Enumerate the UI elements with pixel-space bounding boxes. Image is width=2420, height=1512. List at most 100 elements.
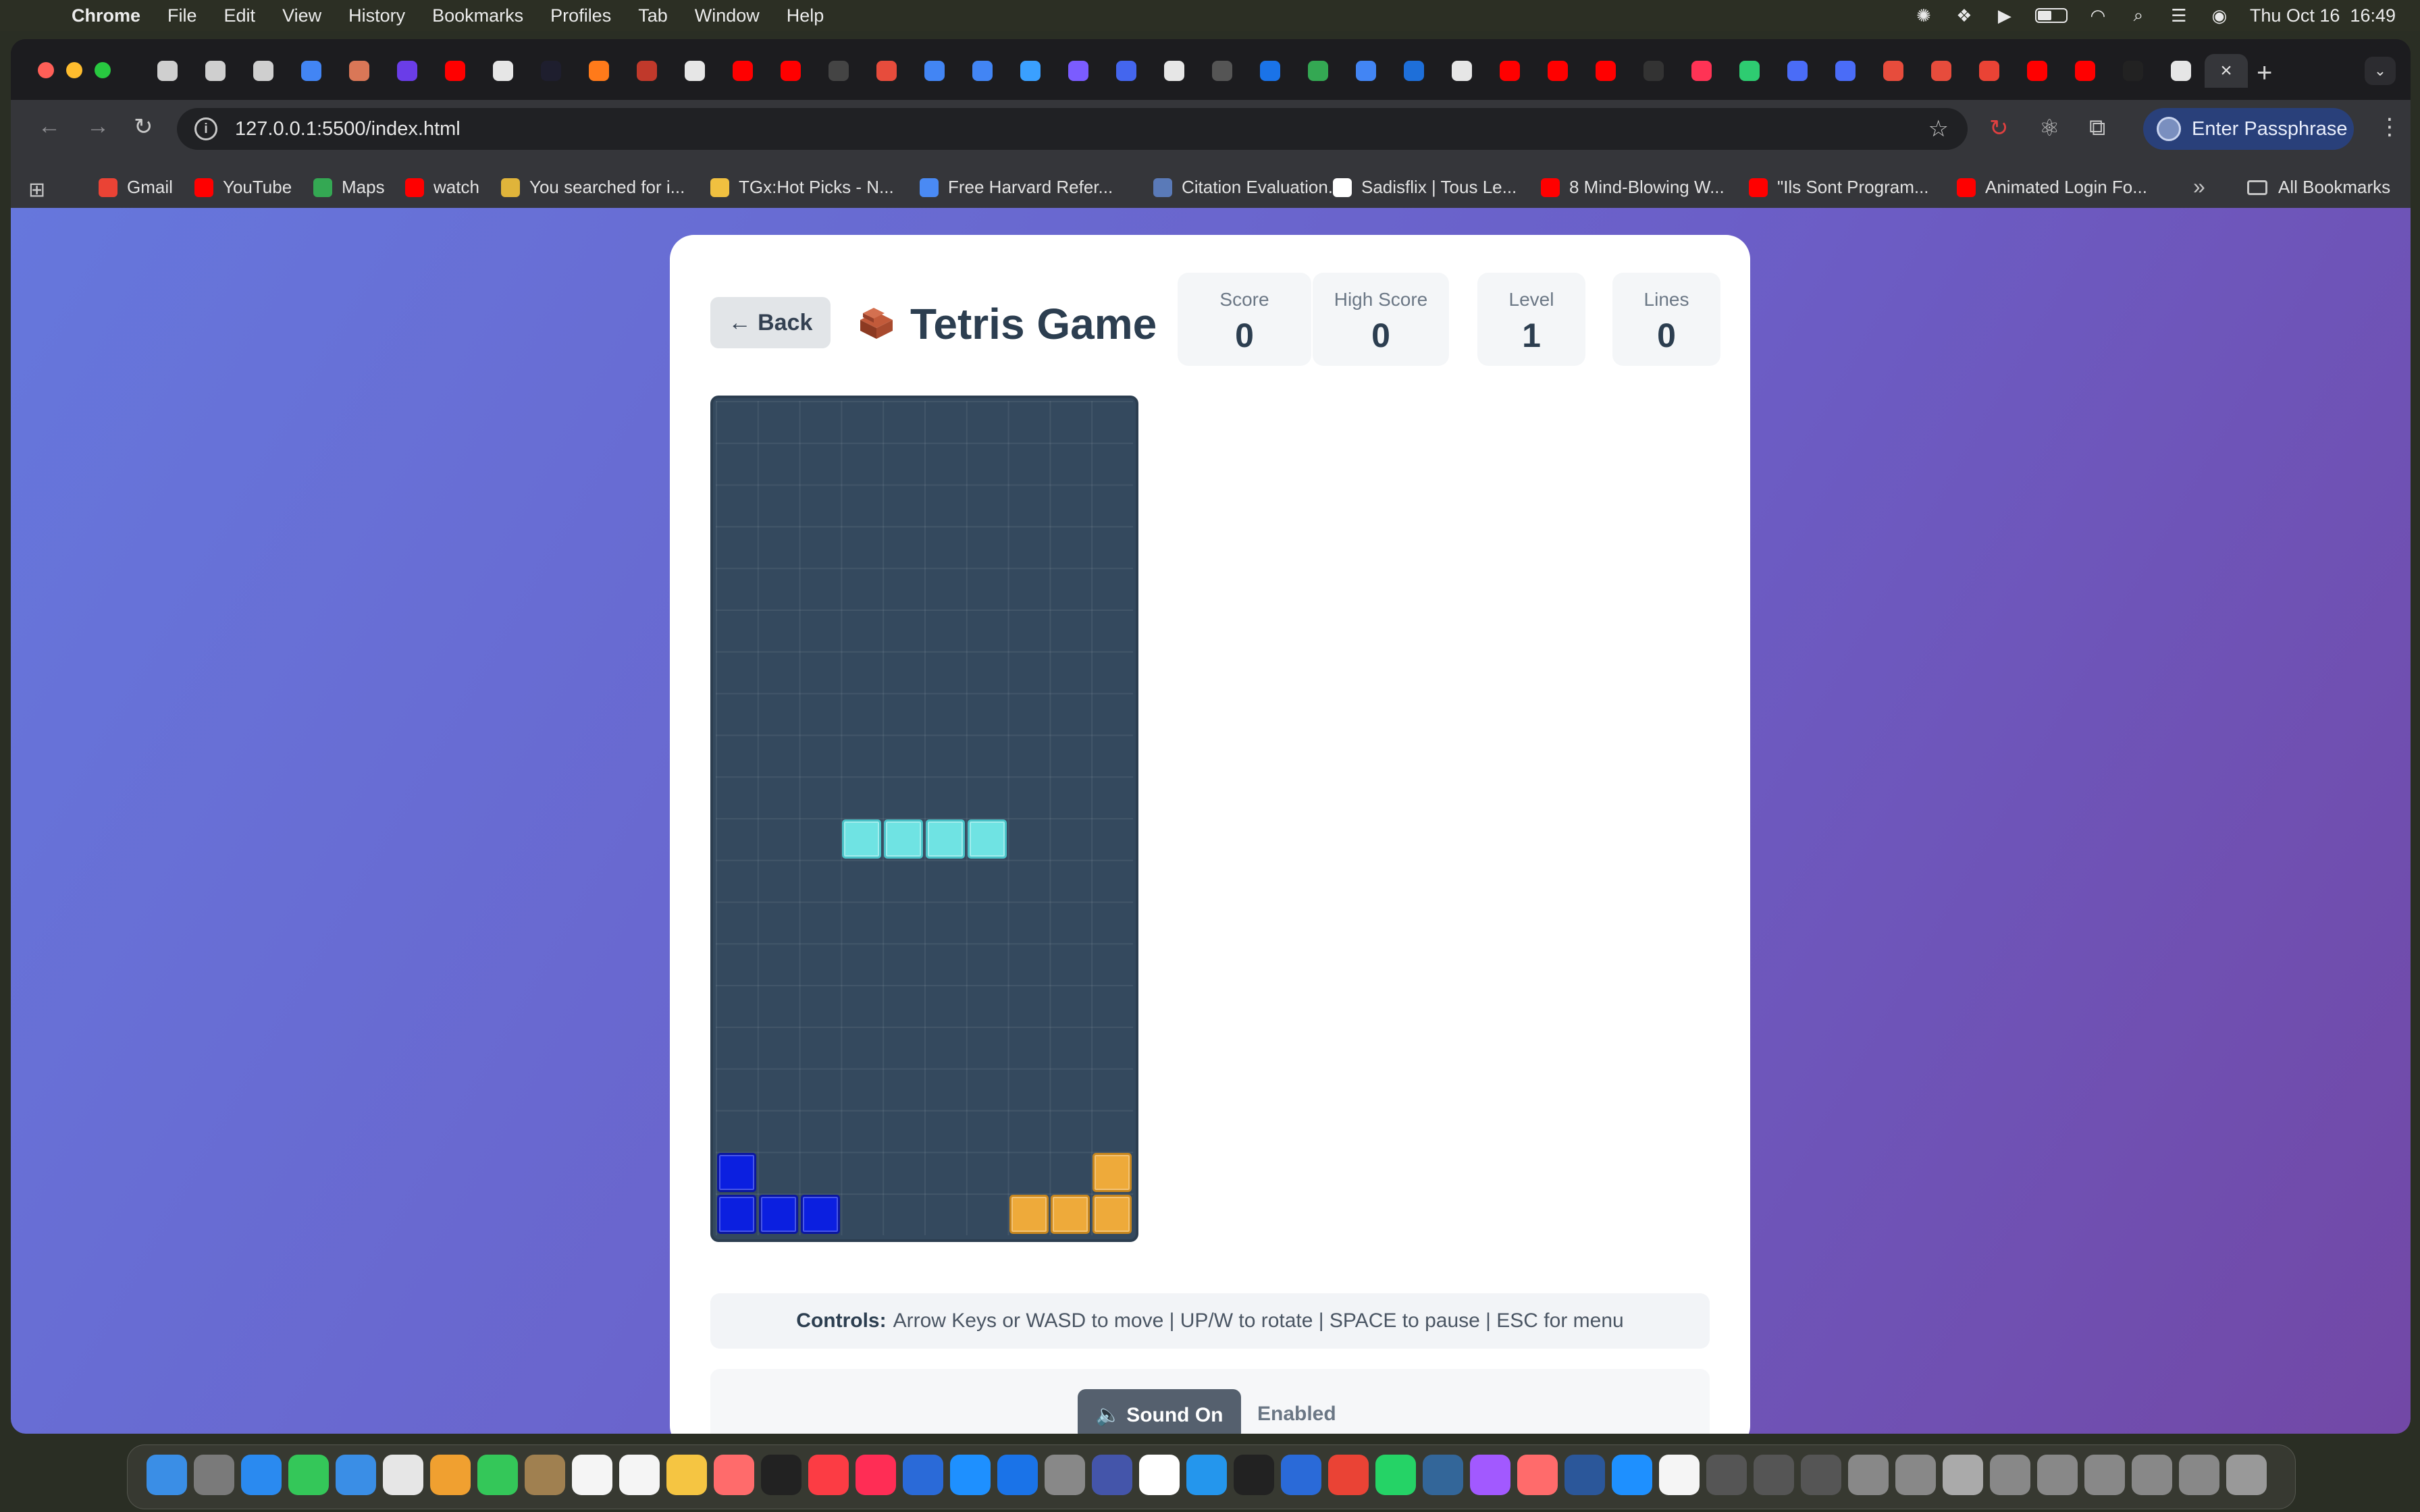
browser-tab[interactable] — [287, 54, 335, 88]
dock-app-icon[interactable] — [2037, 1455, 2078, 1495]
minimize-window-button[interactable] — [66, 62, 82, 78]
tab-search-icon[interactable]: ⌄ — [2365, 57, 2396, 85]
browser-tab[interactable] — [1390, 54, 1438, 88]
extensions-puzzle-icon[interactable]: ⧉ — [2089, 115, 2105, 141]
close-tab-icon[interactable]: × — [2220, 59, 2232, 82]
browser-tab[interactable] — [575, 54, 623, 88]
bookmark-item[interactable]: Maps — [313, 177, 385, 198]
menu-bookmarks[interactable]: Bookmarks — [432, 5, 523, 26]
browser-tab[interactable] — [2157, 54, 2205, 88]
site-info-icon[interactable]: i — [194, 117, 217, 140]
game-board[interactable] — [710, 396, 1138, 1242]
dock-app-icon[interactable] — [477, 1455, 518, 1495]
dock-app-icon[interactable] — [1895, 1455, 1936, 1495]
back-button[interactable]: ← Back — [710, 297, 831, 348]
browser-tab[interactable] — [191, 54, 239, 88]
browser-tab[interactable] — [2013, 54, 2061, 88]
dock-app-icon[interactable] — [1375, 1455, 1416, 1495]
more-bookmarks-icon[interactable]: » — [2193, 174, 2205, 199]
siri-icon[interactable]: ◉ — [2209, 5, 2230, 26]
dock-app-icon[interactable] — [761, 1455, 801, 1495]
dock-app-icon[interactable] — [619, 1455, 660, 1495]
dock-app-icon[interactable] — [1943, 1455, 1983, 1495]
dock-app-icon[interactable] — [194, 1455, 234, 1495]
bookmark-item[interactable]: TGx:Hot Picks - N... — [710, 177, 894, 198]
browser-tab[interactable] — [1006, 54, 1054, 88]
apps-grid-icon[interactable]: ⊞ — [28, 178, 45, 202]
dock-app-icon[interactable] — [1706, 1455, 1747, 1495]
bookmark-item[interactable]: Free Harvard Refer... — [920, 177, 1113, 198]
url-text[interactable]: 127.0.0.1:5500/index.html — [235, 118, 461, 140]
zoom-window-button[interactable] — [95, 62, 111, 78]
dock-app-icon[interactable] — [856, 1455, 896, 1495]
dock-app-icon[interactable] — [1801, 1455, 1841, 1495]
dock-app-icon[interactable] — [808, 1455, 849, 1495]
more-menu-icon[interactable]: ⋮ — [2378, 113, 2401, 140]
browser-tab[interactable] — [1629, 54, 1677, 88]
menu-app-name[interactable]: Chrome — [72, 5, 140, 26]
dock-app-icon[interactable] — [714, 1455, 754, 1495]
dock-app-icon[interactable] — [383, 1455, 423, 1495]
browser-tab[interactable] — [383, 54, 431, 88]
dock-app-icon[interactable] — [1612, 1455, 1652, 1495]
browser-tab[interactable] — [1342, 54, 1390, 88]
all-bookmarks-button[interactable]: All Bookmarks — [2247, 177, 2390, 198]
browser-tab[interactable] — [1725, 54, 1773, 88]
browser-tab[interactable] — [527, 54, 575, 88]
dock-app-icon[interactable] — [1423, 1455, 1463, 1495]
dock-app-icon[interactable] — [2226, 1455, 2267, 1495]
dock-app-icon[interactable] — [1754, 1455, 1794, 1495]
address-bar[interactable]: i 127.0.0.1:5500/index.html ☆ — [177, 108, 1968, 150]
wifi-icon[interactable]: ◠ — [2088, 5, 2108, 26]
bookmark-item[interactable]: Citation Evaluation... — [1153, 177, 1342, 198]
browser-tab[interactable] — [1677, 54, 1725, 88]
browser-tab[interactable] — [766, 54, 814, 88]
browser-tab[interactable] — [958, 54, 1006, 88]
extension-refresh-icon[interactable]: ↻ — [1989, 115, 2009, 142]
browser-tab[interactable] — [1581, 54, 1629, 88]
dock-app-icon[interactable] — [1234, 1455, 1274, 1495]
bookmark-item[interactable]: Gmail — [99, 177, 173, 198]
browser-tab[interactable] — [910, 54, 958, 88]
dock-app-icon[interactable] — [903, 1455, 943, 1495]
dock-app-icon[interactable] — [1092, 1455, 1132, 1495]
menu-window[interactable]: Window — [695, 5, 760, 26]
bookmark-item[interactable]: "Ils Sont Program... — [1749, 177, 1929, 198]
dock-app-icon[interactable] — [1659, 1455, 1700, 1495]
dock-app-icon[interactable] — [997, 1455, 1038, 1495]
browser-tab[interactable] — [1054, 54, 1102, 88]
close-window-button[interactable] — [38, 62, 54, 78]
bookmark-item[interactable]: You searched for i... — [501, 177, 685, 198]
battery-icon[interactable] — [2034, 8, 2068, 23]
browser-tab[interactable] — [1917, 54, 1965, 88]
browser-tab[interactable] — [239, 54, 287, 88]
browser-tab[interactable] — [718, 54, 766, 88]
menu-file[interactable]: File — [167, 5, 197, 26]
dock-app-icon[interactable] — [1045, 1455, 1085, 1495]
menu-help[interactable]: Help — [787, 5, 824, 26]
dock-app-icon[interactable] — [1517, 1455, 1558, 1495]
back-arrow-icon[interactable]: ← — [38, 113, 61, 140]
dock-app-icon[interactable] — [1990, 1455, 2030, 1495]
dock-app-icon[interactable] — [430, 1455, 471, 1495]
browser-tab[interactable] — [479, 54, 527, 88]
dock-app-icon[interactable] — [1139, 1455, 1180, 1495]
bookmark-star-icon[interactable]: ☆ — [1928, 115, 1949, 142]
browser-tab[interactable] — [862, 54, 910, 88]
profile-passphrase-button[interactable]: Enter Passphrase — [2143, 108, 2354, 150]
dock-app-icon[interactable] — [288, 1455, 329, 1495]
dock-app-icon[interactable] — [2132, 1455, 2172, 1495]
dock-app-icon[interactable] — [1186, 1455, 1227, 1495]
browser-tab[interactable] — [2061, 54, 2109, 88]
sound-toggle-button[interactable]: 🔈 Sound On — [1078, 1389, 1241, 1434]
new-tab-icon[interactable]: + — [2257, 58, 2272, 88]
dock-app-icon[interactable] — [241, 1455, 282, 1495]
browser-tab[interactable] — [1533, 54, 1581, 88]
browser-tab[interactable] — [1821, 54, 1869, 88]
dock-app-icon[interactable] — [950, 1455, 991, 1495]
dock-app-icon[interactable] — [666, 1455, 707, 1495]
dock-app-icon[interactable] — [1564, 1455, 1605, 1495]
figma-status-icon[interactable]: ❖ — [1954, 5, 1974, 26]
dock-app-icon[interactable] — [1281, 1455, 1321, 1495]
browser-tab[interactable] — [1102, 54, 1150, 88]
